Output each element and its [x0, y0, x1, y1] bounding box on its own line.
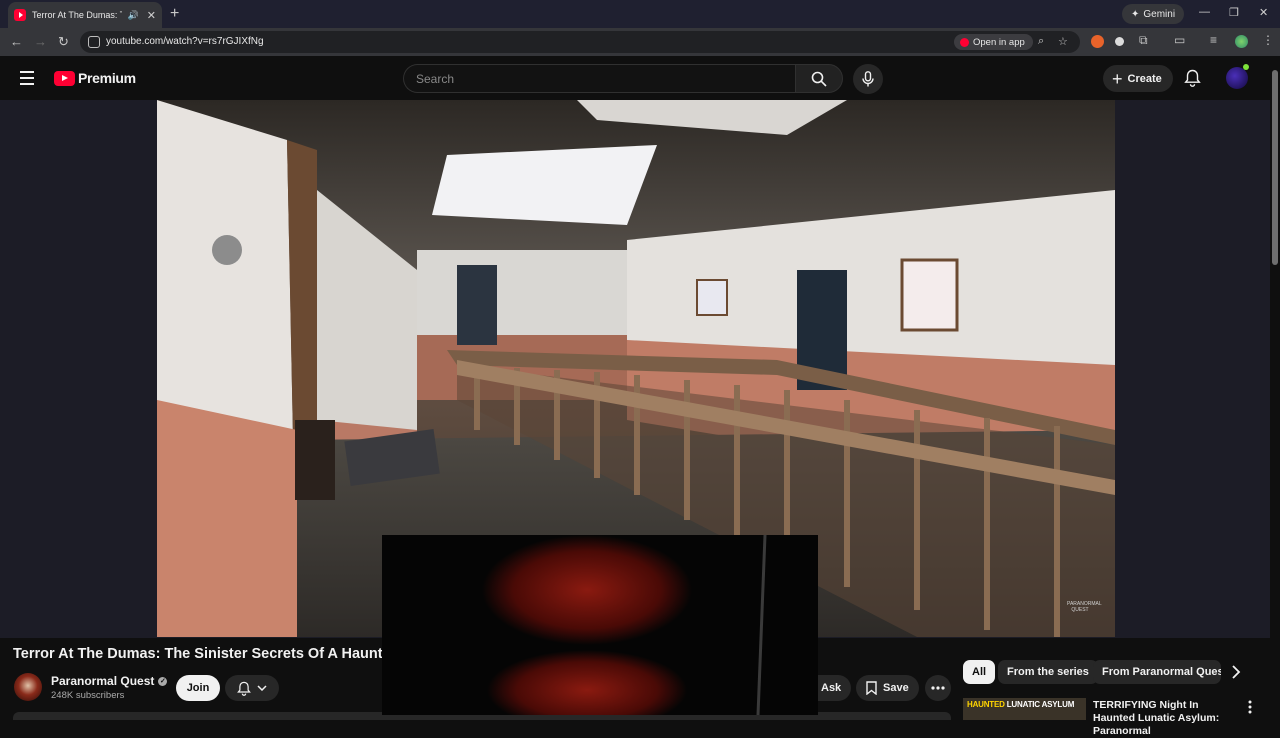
chevron-right-icon[interactable]: [1231, 664, 1241, 680]
youtube-dot-icon: [960, 37, 969, 47]
chip-from-the-series[interactable]: From the series: [998, 660, 1098, 684]
close-window-button[interactable]: ✕: [1259, 6, 1268, 19]
page-scrollbar-thumb[interactable]: [1272, 70, 1278, 265]
create-button[interactable]: + Create: [1103, 65, 1173, 92]
extension-fox-icon[interactable]: [1091, 35, 1104, 48]
join-button[interactable]: Join: [176, 675, 220, 701]
chip-all[interactable]: All: [963, 660, 996, 684]
new-tab-button[interactable]: +: [170, 5, 179, 23]
microphone-icon: [862, 71, 874, 87]
sparkle-icon: ✦: [1131, 8, 1140, 20]
hamburger-menu-icon[interactable]: [20, 71, 34, 89]
channel-watermark: PARANORMAL QUEST: [1067, 601, 1102, 613]
chip-from-channel[interactable]: From Paranormal Quest: [1093, 660, 1221, 684]
chevron-down-icon: [257, 685, 267, 691]
save-button[interactable]: Save: [856, 675, 919, 701]
youtube-header: Premium Search + Create: [0, 56, 1280, 100]
create-label: Create: [1127, 72, 1162, 85]
youtube-premium-logo[interactable]: Premium: [54, 70, 136, 86]
minimize-button[interactable]: —: [1199, 6, 1210, 18]
extensions-puzzle-icon[interactable]: ⧉: [1139, 33, 1148, 48]
youtube-play-icon: [54, 70, 75, 86]
browser-tab[interactable]: Terror At The Dumas: The S 🔊 ✕: [8, 2, 162, 28]
verified-badge-icon: ✓: [158, 676, 168, 686]
gemini-button[interactable]: ✦ Gemini: [1122, 4, 1185, 24]
tab-title: Terror At The Dumas: The S: [32, 10, 122, 20]
speaker-icon[interactable]: 🔊: [128, 10, 139, 21]
voice-search-button[interactable]: [853, 64, 883, 94]
close-tab-icon[interactable]: ✕: [147, 9, 156, 22]
overlay-preview: [382, 535, 818, 715]
site-settings-icon[interactable]: [88, 36, 100, 48]
extension-circle-icon[interactable]: [1115, 37, 1124, 46]
overlay-preview-image: [482, 535, 767, 715]
recommendation-title[interactable]: TERRIFYING Night In Haunted Lunatic Asyl…: [1093, 699, 1243, 738]
bookmark-icon: [866, 681, 877, 695]
url-text[interactable]: youtube.com/watch?v=rs7rGJIXfNg: [106, 36, 264, 47]
more-vertical-icon[interactable]: [1248, 700, 1252, 714]
account-avatar[interactable]: [1226, 64, 1249, 89]
plus-icon: +: [1112, 68, 1123, 89]
more-actions-button[interactable]: [925, 675, 951, 701]
restore-button[interactable]: ❐: [1229, 6, 1239, 19]
browser-tab-strip: Terror At The Dumas: The S 🔊 ✕ + ✦ Gemin…: [0, 0, 1280, 28]
save-label: Save: [883, 682, 909, 694]
search-button[interactable]: [795, 64, 843, 93]
channel-avatar[interactable]: [14, 673, 42, 701]
forward-arrow-icon[interactable]: →: [34, 34, 47, 49]
recommendation-thumbnail[interactable]: HAUNTED LUNATIC ASYLUM: [963, 698, 1086, 720]
open-in-app-button[interactable]: Open in app: [954, 34, 1033, 50]
reading-list-icon[interactable]: ≡: [1210, 33, 1217, 47]
video-title: Terror At The Dumas: The Sinister Secret…: [13, 646, 382, 662]
cast-icon[interactable]: ▭: [1174, 33, 1185, 47]
logo-text: Premium: [78, 70, 136, 86]
gemini-label: Gemini: [1143, 8, 1176, 20]
reload-icon[interactable]: ↻: [58, 34, 69, 50]
address-bar[interactable]: youtube.com/watch?v=rs7rGJIXfNg Open in …: [80, 31, 1080, 53]
bookmark-star-icon[interactable]: ☆: [1058, 35, 1068, 48]
channel-name[interactable]: Paranormal Quest ✓: [51, 674, 168, 688]
search-input[interactable]: Search: [403, 64, 795, 93]
channel-name-text[interactable]: Paranormal Quest: [51, 674, 154, 688]
profile-avatar-icon[interactable]: [1235, 35, 1248, 48]
youtube-favicon-icon: [14, 9, 26, 21]
zoom-icon[interactable]: ⌕: [1038, 35, 1044, 48]
bell-icon: [237, 681, 251, 696]
notifications-bell-icon[interactable]: [1184, 69, 1201, 87]
subscriber-count: 248K subscribers: [51, 690, 125, 701]
open-in-app-label: Open in app: [973, 36, 1025, 48]
thumbnail-text: HAUNTED LUNATIC ASYLUM: [967, 700, 1075, 709]
back-arrow-icon[interactable]: ←: [10, 34, 23, 49]
more-horizontal-icon: [931, 686, 945, 690]
ask-button[interactable]: Ask: [816, 675, 851, 701]
browser-menu-icon[interactable]: ⋮: [1262, 33, 1274, 47]
subscription-notifications-button[interactable]: [225, 675, 279, 701]
search-icon: [811, 71, 827, 87]
browser-toolbar: ← → ↻ youtube.com/watch?v=rs7rGJIXfNg Op…: [0, 28, 1280, 56]
